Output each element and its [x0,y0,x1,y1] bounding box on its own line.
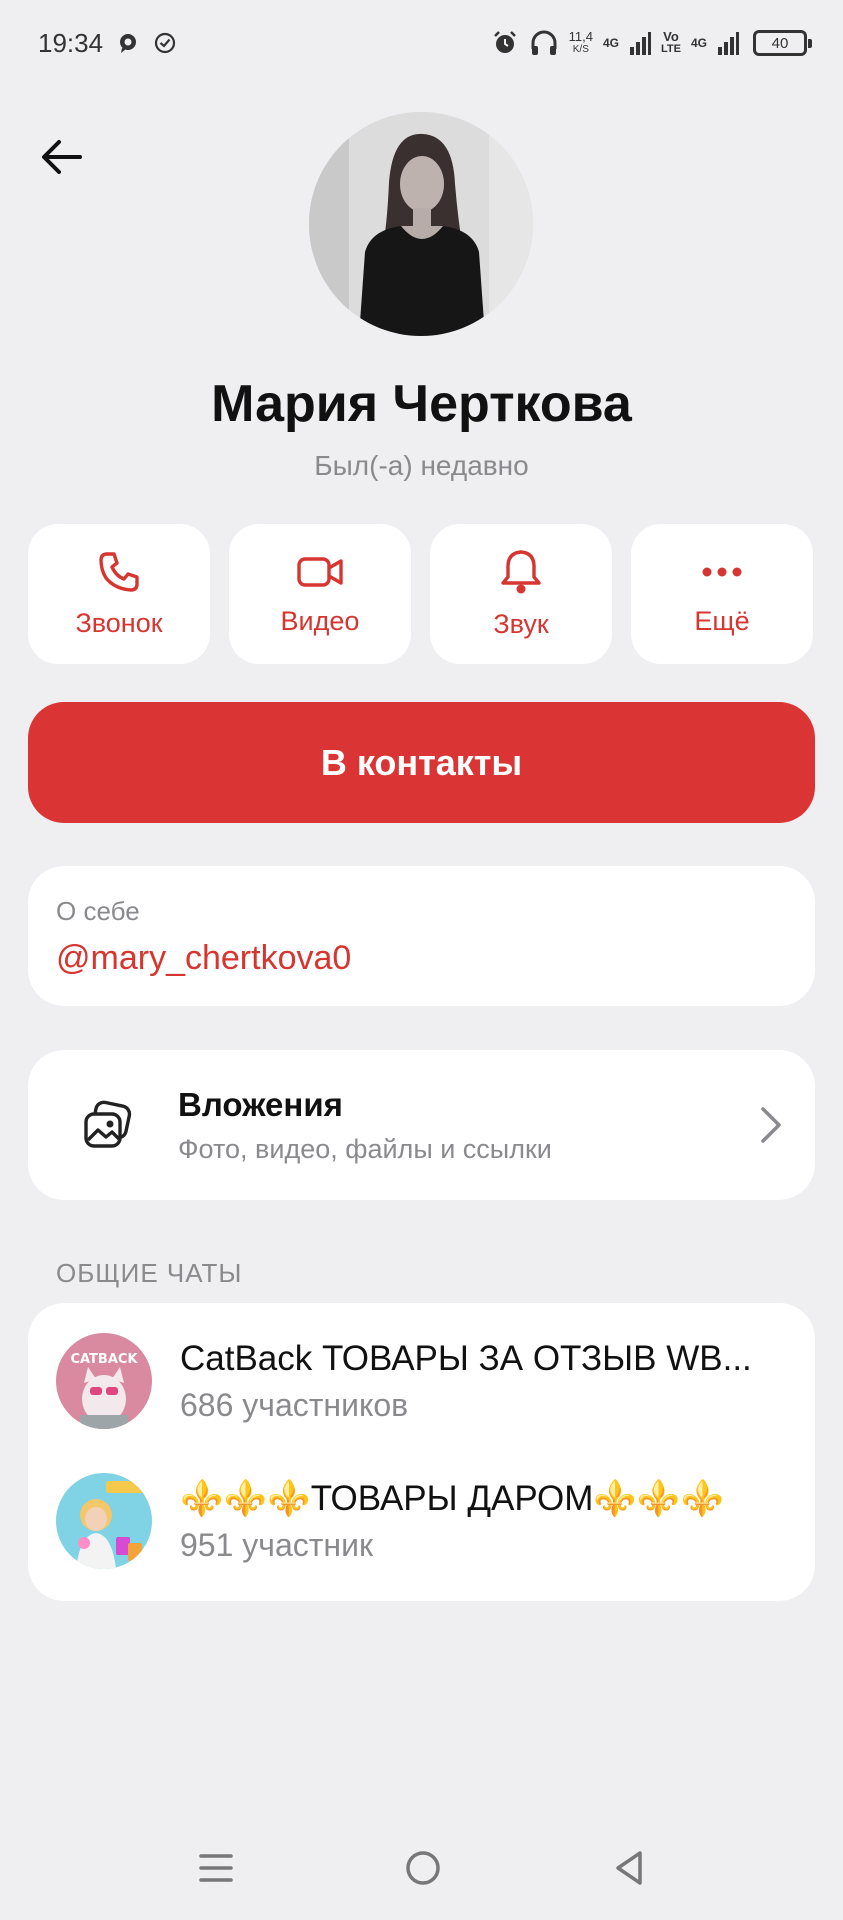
triangle-back-icon [615,1850,642,1885]
volte-label: Vo LTE [661,29,681,55]
recents-button[interactable] [198,1850,234,1891]
about-label: О себе [56,896,140,926]
about-handle-link[interactable]: @mary_chertkova0 [56,939,787,978]
chat-avatar-tovary-darom [56,1473,152,1569]
chat-member-count: 686 участников [180,1386,409,1423]
chat-title: ⚜️⚜️⚜️ТОВАРЫ ДАРОМ⚜️⚜️⚜️ [180,1479,725,1518]
chat-title: CatBack ТОВАРЫ ЗА ОТЗЫВ WB... [180,1338,752,1378]
more-label: Ещё [694,605,750,636]
attachments-subtitle: Фото, видео, файлы и ссылки [178,1133,552,1164]
system-navigation-bar [0,1840,843,1900]
status-bar: 19:34 11,4 K/S 4G Vo LTE 4G 40 [0,0,843,86]
more-icon [702,567,742,576]
headphones-icon [529,29,559,57]
gallery-icon [78,1095,138,1155]
sound-label: Звук [493,608,549,639]
more-button[interactable]: Ещё [631,524,813,664]
common-chats-heading: ОБЩИЕ ЧАТЫ [56,1258,243,1288]
profile-avatar[interactable] [309,112,533,336]
arrow-left-icon [42,140,82,174]
chat-item[interactable]: CATBACK CatBack ТОВАРЫ ЗА ОТЗЫВ WB... 68… [56,1333,787,1429]
chat-avatar-catback: CATBACK [56,1333,152,1429]
chat-member-count: 951 участник [180,1527,373,1563]
home-button[interactable] [404,1849,442,1892]
back-button[interactable] [36,132,86,182]
home-circle-icon [405,1850,440,1885]
profile-name: Мария Черткова [211,375,632,433]
call-label: Звонок [75,607,163,638]
catback-logo-text: CATBACK [70,1352,138,1367]
add-to-contacts-button[interactable]: В контакты [28,702,815,823]
call-button[interactable]: Звонок [28,524,210,664]
last-seen-status: Был(-а) недавно [314,450,529,481]
alarm-icon [491,29,519,57]
common-chats-list: CATBACK CatBack ТОВАРЫ ЗА ОТЗЫВ WB... 68… [28,1303,815,1601]
network-type-1: 4G [603,36,620,50]
clock: 19:34 [38,27,104,58]
signal-icon [629,31,652,55]
avatar-photo [309,112,533,336]
bell-icon [501,549,541,593]
attachments-row[interactable]: Вложения Фото, видео, файлы и ссылки [28,1050,815,1200]
about-card: О себе @mary_chertkova0 [28,866,815,1006]
video-label: Видео [280,605,360,636]
chat-item[interactable]: ⚜️⚜️⚜️ТОВАРЫ ДАРОМ⚜️⚜️⚜️ 951 участник [56,1473,787,1569]
system-back-button[interactable] [612,1849,646,1892]
network-speed: 11,4 K/S [568,29,593,55]
network-type-2: 4G [690,36,707,50]
attachments-title: Вложения [178,1085,343,1123]
battery-icon: 40 [753,30,812,56]
action-buttons: Звонок Видео Звук Ещё [28,524,815,664]
chevron-right-icon [761,1107,781,1143]
signal-icon-2 [717,31,739,55]
sound-button[interactable]: Звук [430,524,612,664]
check-circle-icon [153,31,177,55]
phone-icon [99,551,139,592]
video-button[interactable]: Видео [229,524,411,664]
menu-icon [198,1853,233,1882]
chat-notification-icon [117,32,139,54]
video-icon [297,556,343,587]
